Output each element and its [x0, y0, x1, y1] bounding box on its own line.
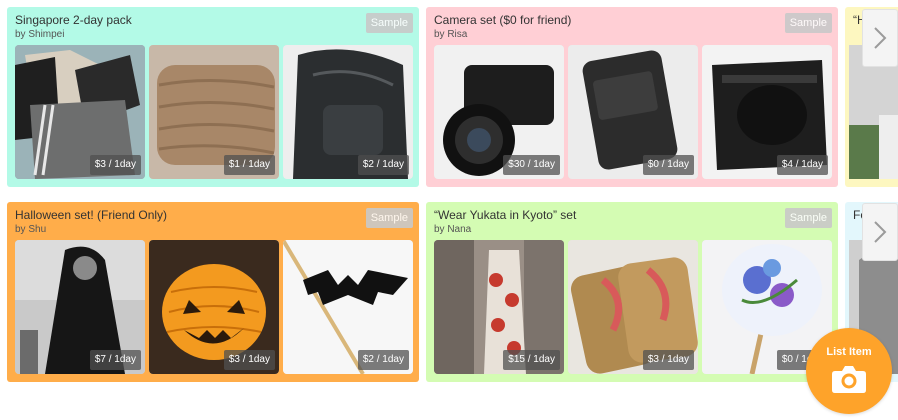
set-row-2: Halloween set! (Friend Only) by Shu Samp… — [0, 202, 898, 382]
set-card[interactable]: Singapore 2-day pack by Shimpei Sample $… — [7, 7, 419, 187]
set-card[interactable]: Halloween set! (Friend Only) by Shu Samp… — [7, 202, 419, 382]
price-tag: $0 / 1day — [642, 155, 694, 175]
item-thumbnail[interactable]: $3 / 1day — [568, 240, 698, 374]
price-tag: $1 / 1day — [223, 155, 275, 175]
set-card[interactable]: Camera set ($0 for friend) by Risa Sampl… — [426, 7, 838, 187]
item-thumbnail[interactable]: $0 / 1day — [568, 45, 698, 179]
price-tag: $3 / 1day — [642, 350, 694, 370]
set-card[interactable]: “Wear Yukata in Kyoto” set by Nana Sampl… — [426, 202, 838, 382]
set-author: by Nana — [434, 224, 472, 235]
price-tag: $15 / 1day — [503, 350, 560, 370]
price-tag: $4 / 1day — [776, 155, 828, 175]
sample-badge: Sample — [784, 13, 832, 33]
sample-badge: Sample — [365, 208, 413, 228]
item-thumbnails: $7 / 1day $3 / 1day $2 / 1day — [15, 240, 413, 374]
item-thumbnail[interactable]: $7 / 1day — [15, 240, 145, 374]
price-tag: $2 / 1day — [357, 350, 409, 370]
price-tag: $3 / 1day — [223, 350, 275, 370]
camera-icon — [832, 366, 866, 393]
item-thumbnails: $3 / 1day $1 / 1day $2 / 1day — [15, 45, 413, 179]
price-tag: $3 / 1day — [89, 155, 141, 175]
price-tag: $7 / 1day — [89, 350, 141, 370]
item-thumbnail[interactable]: $2 / 1day — [283, 240, 413, 374]
set-row-1: Singapore 2-day pack by Shimpei Sample $… — [0, 7, 898, 187]
item-thumbnail[interactable]: $2 / 1day — [283, 45, 413, 179]
item-thumbnail[interactable]: $3 / 1day — [149, 240, 279, 374]
item-thumbnail[interactable]: $15 / 1day — [434, 240, 564, 374]
item-thumbnail[interactable]: $30 / 1day — [434, 45, 564, 179]
item-thumbnail[interactable]: $3 / 1day — [15, 45, 145, 179]
chevron-right-icon — [874, 221, 887, 243]
list-item-label: List Item — [826, 346, 872, 358]
item-thumbnail[interactable]: $1 / 1day — [149, 45, 279, 179]
set-title[interactable]: Camera set ($0 for friend) — [434, 13, 571, 27]
set-author: by Risa — [434, 29, 468, 40]
set-title[interactable]: “Wear Yukata in Kyoto” set — [434, 208, 576, 222]
set-title[interactable]: Singapore 2-day pack — [15, 13, 132, 27]
set-author: by Shimpei — [15, 29, 65, 40]
item-thumbnails: $15 / 1day $3 / 1day $0 / 1day — [434, 240, 832, 374]
set-author: by Shu — [15, 224, 47, 235]
price-tag: $2 / 1day — [357, 155, 409, 175]
price-tag: $30 / 1day — [503, 155, 560, 175]
set-title[interactable]: Halloween set! (Friend Only) — [15, 208, 167, 222]
item-thumbnails: $30 / 1day $0 / 1day $4 / 1day — [434, 45, 832, 179]
scroll-right-button[interactable] — [862, 203, 898, 261]
item-thumbnail[interactable]: $4 / 1day — [702, 45, 832, 179]
sample-badge: Sample — [365, 13, 413, 33]
list-item-button[interactable]: List Item — [806, 328, 892, 414]
sample-badge: Sample — [784, 208, 832, 228]
chevron-right-icon — [874, 27, 887, 49]
scroll-right-button[interactable] — [862, 9, 898, 67]
